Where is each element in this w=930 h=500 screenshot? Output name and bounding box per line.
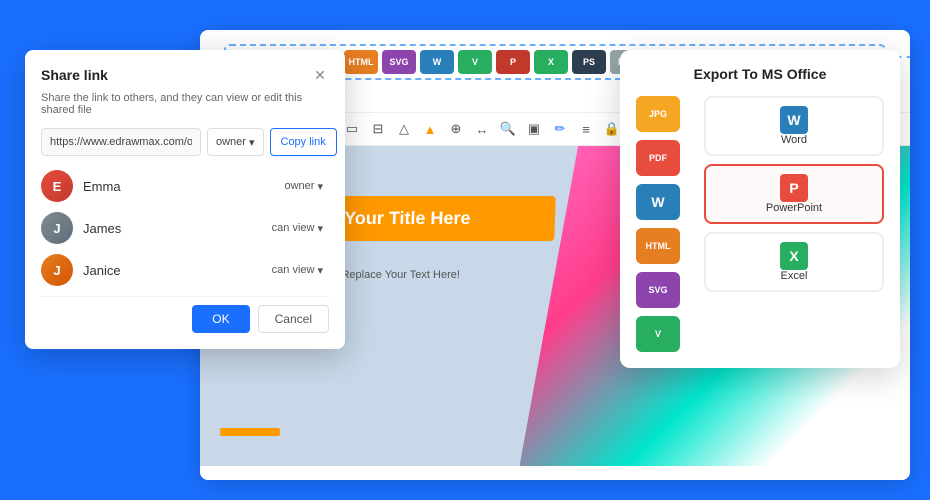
export-option-word[interactable]: W Word: [704, 96, 884, 156]
copy-link-button[interactable]: Copy link: [270, 128, 337, 156]
badge-vsdx[interactable]: V: [458, 50, 492, 74]
role-dropdown-janice[interactable]: can view ▾: [266, 262, 329, 279]
export-title: Export To MS Office: [636, 66, 884, 82]
tool-pen[interactable]: ✏: [550, 119, 570, 139]
tool-lines[interactable]: ≡: [576, 119, 596, 139]
role-dropdown-james[interactable]: can view ▾: [266, 220, 329, 237]
word-icon: W: [780, 106, 808, 134]
export-badge-pdf[interactable]: PDF: [636, 140, 680, 176]
share-modal: Share link ✕ Share the link to others, a…: [25, 50, 345, 349]
canvas-accent-bar: [220, 428, 280, 436]
tool-shape4[interactable]: ▭: [342, 119, 362, 139]
badge-html[interactable]: HTML: [344, 50, 378, 74]
badge-xls[interactable]: X: [534, 50, 568, 74]
tool-zoom[interactable]: 🔍: [498, 119, 518, 139]
tool-shape6[interactable]: △: [394, 119, 414, 139]
user-name-emma: Emma: [83, 179, 269, 194]
user-row-james: J James can view ▾: [41, 212, 329, 244]
tool-arrow[interactable]: ↔: [472, 119, 492, 139]
modal-header: Share link ✕: [41, 66, 329, 84]
export-panel: Export To MS Office JPG PDF W HTML SVG V…: [620, 50, 900, 368]
badge-ppt[interactable]: P: [496, 50, 530, 74]
badge-word[interactable]: W: [420, 50, 454, 74]
badge-ps[interactable]: PS: [572, 50, 606, 74]
close-icon[interactable]: ✕: [311, 66, 329, 84]
avatar-james: J: [41, 212, 73, 244]
export-options: W Word P PowerPoint X Excel: [704, 96, 884, 292]
powerpoint-icon: P: [780, 174, 808, 202]
user-name-janice: Janice: [83, 263, 256, 278]
badge-svg[interactable]: SVG: [382, 50, 416, 74]
export-option-excel[interactable]: X Excel: [704, 232, 884, 292]
tool-color[interactable]: ▲: [420, 119, 440, 139]
modal-title: Share link: [41, 67, 108, 83]
ok-button[interactable]: OK: [192, 305, 249, 333]
modal-actions: OK Cancel: [41, 296, 329, 333]
export-label-excel: Excel: [781, 270, 808, 282]
export-badge-word[interactable]: W: [636, 184, 680, 220]
avatar-janice: J: [41, 254, 73, 286]
link-row: owner ▾ Copy link: [41, 128, 329, 156]
tool-link[interactable]: ⊕: [446, 119, 466, 139]
export-badge-jpg[interactable]: JPG: [636, 96, 680, 132]
export-badge-html[interactable]: HTML: [636, 228, 680, 264]
export-label-word: Word: [781, 134, 807, 146]
export-badge-svg[interactable]: SVG: [636, 272, 680, 308]
tool-lock[interactable]: 🔒: [602, 119, 622, 139]
excel-icon: X: [780, 242, 808, 270]
export-sidebar: JPG PDF W HTML SVG V: [636, 96, 692, 352]
user-row-emma: E Emma owner ▾: [41, 170, 329, 202]
avatar-emma: E: [41, 170, 73, 202]
user-row-janice: J Janice can view ▾: [41, 254, 329, 286]
export-label-powerpoint: PowerPoint: [766, 202, 822, 214]
tool-shape5[interactable]: ⊟: [368, 119, 388, 139]
cancel-button[interactable]: Cancel: [258, 305, 329, 333]
user-name-james: James: [83, 221, 256, 236]
export-option-powerpoint[interactable]: P PowerPoint: [704, 164, 884, 224]
tool-frame[interactable]: ▣: [524, 119, 544, 139]
owner-dropdown[interactable]: owner ▾: [207, 128, 264, 156]
modal-description: Share the link to others, and they can v…: [41, 92, 329, 116]
link-input[interactable]: [41, 128, 201, 156]
export-grid: JPG PDF W HTML SVG V W Word P PowerPoint…: [636, 96, 884, 352]
export-badge-v[interactable]: V: [636, 316, 680, 352]
role-dropdown-emma[interactable]: owner ▾: [279, 178, 330, 195]
